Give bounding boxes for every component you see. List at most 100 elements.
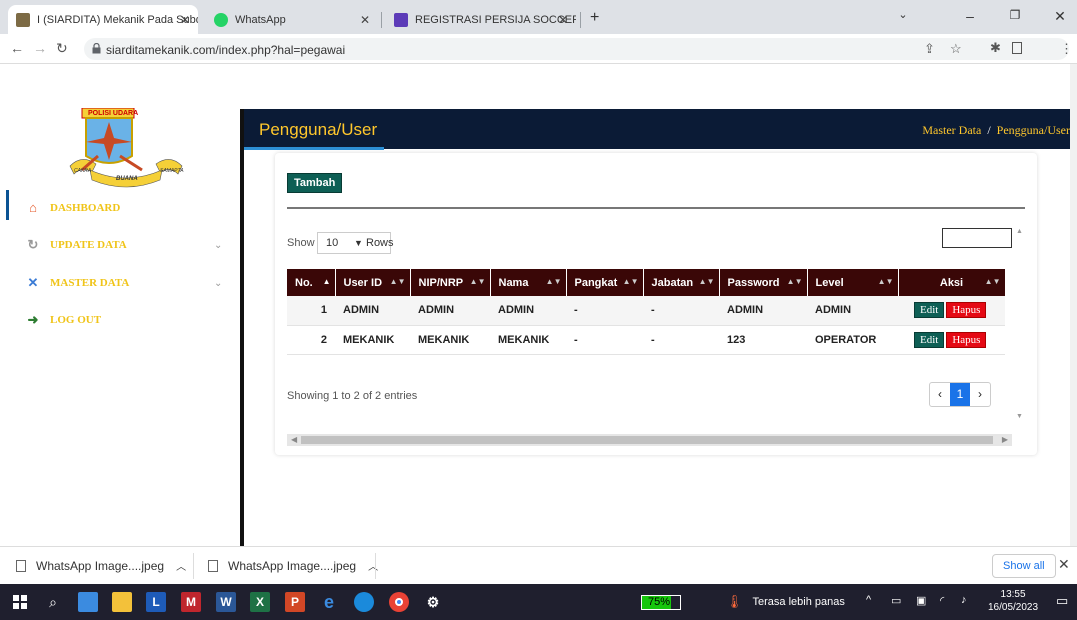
- breadcrumb-master-data[interactable]: Master Data: [922, 123, 981, 137]
- sidebar-item-logout[interactable]: ➜ LOG OUT: [24, 310, 102, 330]
- col-aksi[interactable]: Aksi ▲▼: [898, 269, 1006, 296]
- weather-widget[interactable]: 🌡 Terasa lebih panas: [726, 594, 845, 610]
- sidebar-item-dashboard[interactable]: ⌂ DASHBOARD: [24, 198, 120, 218]
- delete-button[interactable]: Hapus: [946, 302, 987, 319]
- wifi-icon[interactable]: ◜: [940, 594, 944, 607]
- sidebar-item-update-data[interactable]: ↻ UPDATE DATA ⌄: [24, 235, 223, 255]
- tablet-icon[interactable]: ▣: [916, 594, 926, 607]
- sidepanel-icon[interactable]: [1012, 42, 1022, 54]
- scroll-left-icon[interactable]: ◀: [291, 434, 297, 446]
- bookmark-star-icon[interactable]: ☆: [950, 41, 962, 57]
- window-close-icon[interactable]: ✕: [1045, 8, 1075, 25]
- col-label: No.: [295, 276, 313, 289]
- horizontal-scrollbar[interactable]: ◀ ▶: [287, 434, 1012, 446]
- edit-button[interactable]: Edit: [914, 302, 945, 319]
- cell-jabatan: -: [643, 325, 719, 355]
- powerpoint-icon[interactable]: P: [285, 592, 305, 612]
- download-item[interactable]: WhatsApp Image....jpeg ︿: [208, 558, 378, 573]
- rows-value: 10: [326, 237, 339, 249]
- minimize-icon[interactable]: –: [955, 8, 985, 24]
- browser-tab-registrasi[interactable]: REGISTRASI PERSIJA SOCCER SC ✕: [386, 5, 576, 34]
- back-icon[interactable]: ←: [10, 40, 24, 56]
- col-no[interactable]: No. ▲: [287, 269, 336, 296]
- col-password[interactable]: Password ▲▼: [719, 269, 808, 296]
- pager-page-1[interactable]: 1: [950, 383, 970, 406]
- cell-nama: ADMIN: [490, 296, 566, 326]
- system-clock[interactable]: 13:55 16/05/2023: [988, 588, 1038, 614]
- sort-icon: ▲▼: [469, 277, 486, 286]
- pager-next-button[interactable]: ›: [970, 383, 990, 406]
- tab-title: REGISTRASI PERSIJA SOCCER SC: [415, 13, 576, 26]
- cell-nip: MEKANIK: [410, 325, 490, 355]
- rows-per-page-select[interactable]: 10 ▼ Rows: [317, 232, 394, 254]
- tab-close-icon[interactable]: ✕: [360, 13, 370, 27]
- notification-icon[interactable]: ▭: [1056, 593, 1068, 609]
- volume-icon[interactable]: ♪: [961, 594, 967, 606]
- extensions-icon[interactable]: ✱: [990, 40, 1001, 56]
- col-user-id[interactable]: User ID ▲▼: [335, 269, 411, 296]
- scroll-up-icon[interactable]: ▲: [1016, 228, 1023, 235]
- scroll-down-icon[interactable]: ▼: [1016, 413, 1023, 420]
- sort-icon: ▲▼: [984, 277, 1001, 286]
- browser-tab-siardita[interactable]: I (SIARDITA) Mekanik Pada Subd ✕: [8, 5, 198, 34]
- page-scrollbar[interactable]: [1070, 64, 1077, 546]
- edge-icon[interactable]: [354, 592, 374, 612]
- col-jabatan[interactable]: Jabatan ▲▼: [643, 269, 720, 296]
- restore-icon[interactable]: ❐: [1000, 8, 1030, 22]
- download-item[interactable]: WhatsApp Image....jpeg ︿: [16, 558, 186, 573]
- user-table-card: Tambah Show 10 ▼ Rows ▲ ▼ No. ▲ User ID ▲▼…: [275, 153, 1037, 455]
- excel-icon[interactable]: X: [250, 592, 270, 612]
- browser-tab-whatsapp[interactable]: WhatsApp ✕: [206, 5, 378, 34]
- cell-pangkat: -: [566, 296, 643, 326]
- browser-tab-strip: I (SIARDITA) Mekanik Pada Subd ✕ WhatsAp…: [0, 0, 1077, 34]
- omnibox[interactable]: siarditamekanik.com/index.php?hal=pegawa…: [84, 38, 1069, 60]
- chrome-icon[interactable]: [389, 592, 409, 612]
- col-pangkat[interactable]: Pangkat ▲▼: [566, 269, 644, 296]
- download-filename: WhatsApp Image....jpeg: [36, 558, 165, 573]
- sort-icon: ▲▼: [545, 277, 562, 286]
- tab-close-icon[interactable]: ✕: [558, 13, 568, 27]
- col-level[interactable]: Level ▲▼: [807, 269, 899, 296]
- tab-search-icon[interactable]: ⌄: [888, 8, 918, 21]
- cell-level: ADMIN: [807, 296, 898, 326]
- word-icon[interactable]: W: [216, 592, 236, 612]
- table-row: 2 MEKANIK MEKANIK MEKANIK - - 123 OPERAT…: [287, 325, 1005, 355]
- show-all-button[interactable]: Show all: [992, 554, 1056, 578]
- search-input[interactable]: [942, 228, 1012, 248]
- battery-tray-icon[interactable]: ▭: [891, 594, 901, 607]
- search-icon[interactable]: ⌕: [43, 592, 63, 612]
- menu-kebab-icon[interactable]: ⋮: [1060, 41, 1073, 57]
- file-explorer-icon[interactable]: [112, 592, 132, 612]
- scroll-thumb[interactable]: [301, 436, 993, 444]
- app-l-icon[interactable]: L: [146, 592, 166, 612]
- chevron-up-icon[interactable]: ︿: [176, 558, 186, 573]
- sidebar-item-master-data[interactable]: ✕ MASTER DATA ⌄: [24, 273, 223, 293]
- scroll-right-icon[interactable]: ▶: [1002, 434, 1008, 446]
- chevron-up-icon[interactable]: ^: [866, 594, 871, 606]
- settings-gear-icon[interactable]: ⚙: [423, 592, 443, 612]
- whatsapp-icon: [214, 12, 228, 27]
- close-downloads-icon[interactable]: ✕: [1058, 556, 1070, 573]
- users-table: No. ▲ User ID ▲▼ NIP/NRP ▲▼ Nama ▲▼ Pangkat ▲…: [287, 269, 1006, 355]
- col-nip[interactable]: NIP/NRP ▲▼: [410, 269, 491, 296]
- pager-prev-button[interactable]: ‹: [930, 383, 950, 406]
- sidebar-item-label: UPDATE DATA: [50, 239, 127, 251]
- battery-indicator[interactable]: 75%: [641, 595, 681, 610]
- table-header-row: No. ▲ User ID ▲▼ NIP/NRP ▲▼ Nama ▲▼ Pangkat ▲…: [287, 269, 1006, 296]
- delete-button[interactable]: Hapus: [946, 331, 987, 348]
- reload-icon[interactable]: ↻: [56, 40, 68, 57]
- add-user-button[interactable]: Tambah: [287, 173, 343, 193]
- table-scrollbar[interactable]: ▲ ▼: [1016, 228, 1024, 428]
- new-tab-button[interactable]: +: [590, 9, 599, 27]
- mcafee-icon[interactable]: M: [181, 592, 201, 612]
- forward-icon[interactable]: →: [33, 40, 47, 56]
- edit-button[interactable]: Edit: [914, 331, 945, 348]
- tab-close-icon[interactable]: ✕: [180, 13, 190, 27]
- sort-icon: ▲▼: [786, 277, 803, 286]
- internet-explorer-icon[interactable]: e: [319, 592, 339, 612]
- windows-start-icon[interactable]: [10, 592, 30, 612]
- col-nama[interactable]: Nama ▲▼: [490, 269, 567, 296]
- task-view-icon[interactable]: [78, 592, 98, 612]
- share-icon[interactable]: ⇪: [924, 41, 935, 57]
- chevron-up-icon[interactable]: ︿: [368, 558, 378, 573]
